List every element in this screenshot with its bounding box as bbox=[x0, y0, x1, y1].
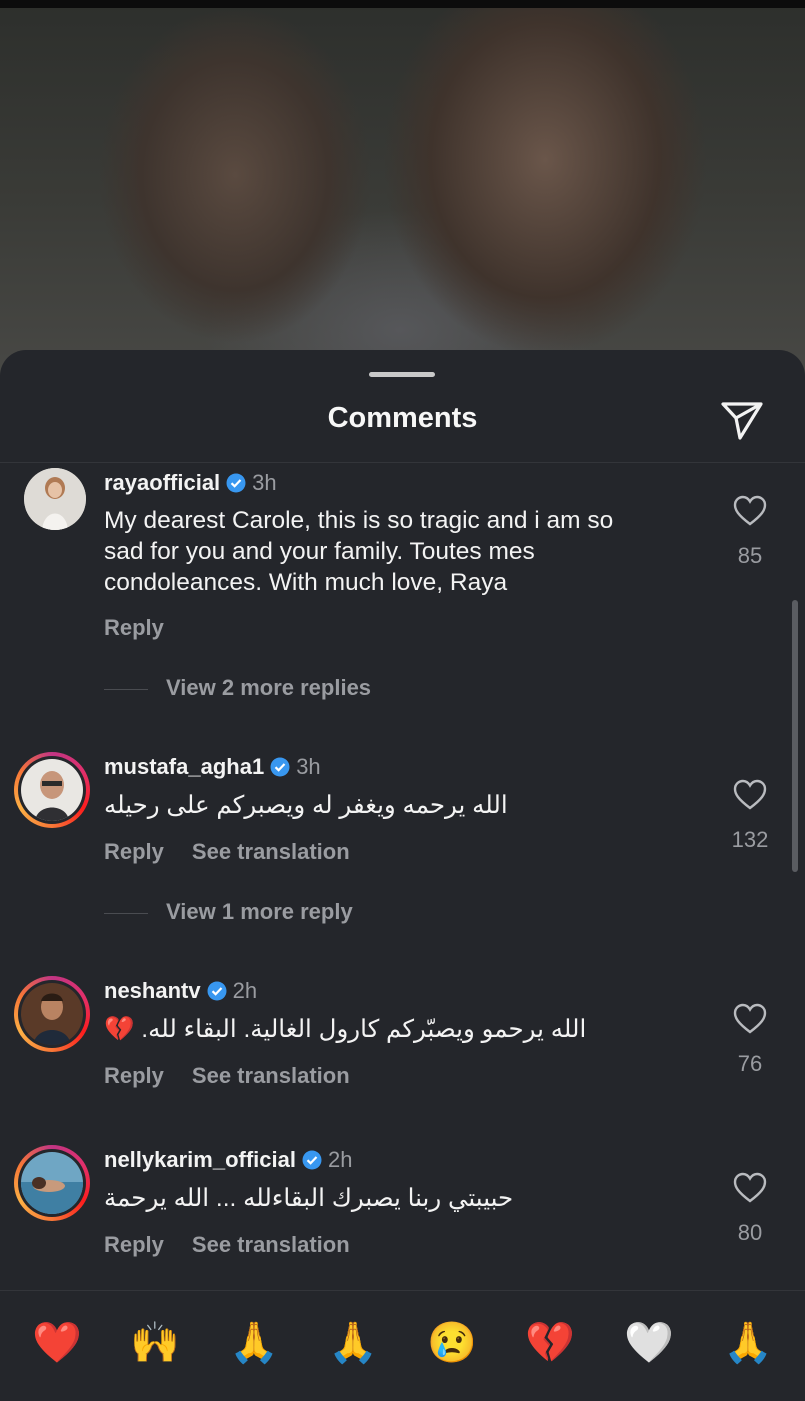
comment-time: 3h bbox=[296, 754, 321, 779]
replies-line bbox=[104, 912, 148, 914]
post-photo bbox=[0, 0, 805, 400]
emoji-raising-hands[interactable]: 🙌 bbox=[128, 1316, 182, 1370]
like-count: 80 bbox=[737, 1220, 763, 1245]
header-divider bbox=[0, 462, 805, 463]
like-count: 132 bbox=[731, 827, 769, 852]
comment-username[interactable]: mustafa_agha1 3h bbox=[104, 754, 321, 780]
comment-actions: Reply See translation bbox=[104, 1232, 350, 1258]
scrollbar[interactable] bbox=[792, 600, 798, 872]
avatar-nellykarim-official[interactable] bbox=[14, 1145, 90, 1221]
comment-text: حبيبتي ربنا يصبرك البقاءلله ... الله يرح… bbox=[104, 1185, 514, 1212]
reply-button[interactable]: Reply bbox=[104, 1232, 164, 1257]
emoji-folded-hands[interactable]: 🙏 bbox=[227, 1316, 281, 1370]
comment-username[interactable]: neshantv 2h bbox=[104, 978, 257, 1004]
comment-time: 2h bbox=[327, 1147, 353, 1172]
emoji-folded-hands[interactable]: 🙏 bbox=[326, 1316, 380, 1370]
comment-time: 2h bbox=[232, 978, 258, 1003]
status-bar bbox=[0, 0, 805, 8]
emoji-white-heart[interactable]: 🤍 bbox=[622, 1316, 676, 1370]
comment-text-line: sad for you and your family. Toutes mes bbox=[104, 538, 535, 565]
avatar-rayaofficial[interactable] bbox=[24, 468, 86, 530]
verified-badge-icon bbox=[207, 981, 227, 1001]
reply-button[interactable]: Reply bbox=[104, 1063, 164, 1088]
heart-icon[interactable] bbox=[733, 495, 767, 527]
avatar-mustafa-agha1[interactable] bbox=[14, 752, 90, 828]
emoji-reaction-bar bbox=[0, 1290, 805, 1401]
heart-icon[interactable] bbox=[733, 1172, 767, 1204]
verified-badge-icon bbox=[270, 757, 290, 777]
sheet-drag-handle[interactable] bbox=[369, 372, 435, 377]
verified-badge-icon bbox=[302, 1150, 322, 1170]
view-more-replies-label: View 2 more replies bbox=[166, 675, 372, 700]
comment-text: My dearest Carole, this is so tragic and… bbox=[104, 505, 704, 598]
verified-badge-icon bbox=[226, 473, 246, 493]
view-more-replies[interactable]: View 1 more reply bbox=[104, 899, 353, 925]
see-translation-button[interactable]: See translation bbox=[192, 1232, 350, 1257]
reply-button[interactable]: Reply bbox=[104, 615, 164, 640]
comment-username[interactable]: rayaofficial 3h bbox=[104, 470, 277, 496]
see-translation-button[interactable]: See translation bbox=[192, 839, 350, 864]
comment-actions: Reply See translation bbox=[104, 1063, 350, 1089]
comment-text: الله يرحمه ويغفر له ويصبركم على رحيله bbox=[104, 792, 508, 819]
emoji-folded-hands[interactable]: 🙏 bbox=[721, 1316, 775, 1370]
reply-button[interactable]: Reply bbox=[104, 839, 164, 864]
heart-icon[interactable] bbox=[733, 1003, 767, 1035]
comment-text-line: condoleances. With much love, Raya bbox=[104, 569, 508, 596]
comment-actions: Reply bbox=[104, 615, 164, 641]
comment-text-line: My dearest Carole, this is so tragic and… bbox=[104, 507, 614, 534]
heart-icon[interactable] bbox=[733, 779, 767, 811]
emoji-crying-face[interactable]: 😢 bbox=[425, 1316, 479, 1370]
comment-actions: Reply See translation bbox=[104, 839, 350, 865]
comment-text: الله يرحمو ويصبّركم كارول الغالية. البقا… bbox=[104, 1016, 587, 1043]
comments-title: Comments bbox=[327, 402, 478, 434]
send-icon[interactable] bbox=[718, 398, 766, 442]
comment-username[interactable]: nellykarim_official 2h bbox=[104, 1147, 352, 1173]
emoji-broken-heart[interactable]: 💔 bbox=[523, 1316, 577, 1370]
replies-line bbox=[104, 688, 148, 690]
view-more-replies[interactable]: View 2 more replies bbox=[104, 675, 371, 701]
emoji-red-heart[interactable]: ❤️ bbox=[30, 1316, 84, 1370]
see-translation-button[interactable]: See translation bbox=[192, 1063, 350, 1088]
like-count: 76 bbox=[737, 1051, 763, 1076]
view-more-replies-label: View 1 more reply bbox=[166, 899, 353, 924]
like-count: 85 bbox=[737, 543, 763, 568]
avatar-neshantv[interactable] bbox=[14, 976, 90, 1052]
comment-time: 3h bbox=[252, 470, 277, 495]
